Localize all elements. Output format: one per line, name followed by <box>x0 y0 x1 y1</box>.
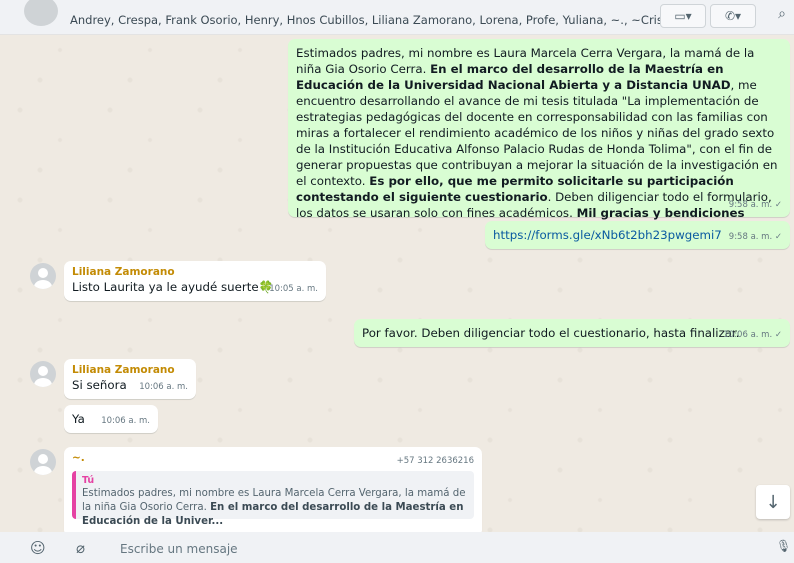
quote-author: Tú <box>82 475 95 486</box>
microphone-icon[interactable]: 🎙 <box>776 539 791 553</box>
chat-header[interactable]: Andrey, Crespa, Frank Osorio, Henry, Hno… <box>0 0 794 35</box>
sender-avatar[interactable] <box>30 449 56 475</box>
message-text: Estimados padres, mi nombre es Laura Mar… <box>296 46 778 220</box>
scroll-down-button[interactable]: ↓ <box>756 485 790 519</box>
video-camera-icon: ▭▾ <box>674 9 692 23</box>
attach-icon[interactable]: ⌀ <box>76 539 85 557</box>
group-avatar[interactable] <box>24 0 58 26</box>
incoming-reply-message[interactable]: ~. +57 312 2636216 Tú Estimados padres, … <box>64 447 482 532</box>
message-time: 9:58 a. m. ✓ <box>728 200 782 210</box>
participants-list[interactable]: Andrey, Crespa, Frank Osorio, Henry, Hno… <box>70 13 700 27</box>
sender-phone: +57 312 2636216 <box>396 456 474 466</box>
message-text: Por favor. Deben diligenciar todo el cue… <box>362 326 740 340</box>
arrow-down-icon: ↓ <box>765 491 781 513</box>
message-time: 10:05 a. m. <box>269 284 318 294</box>
form-link[interactable]: https://forms.gle/xNb6t2bh23pwgemi7 <box>493 228 722 242</box>
message-time: 10:06 a. m. ✓ <box>723 330 782 340</box>
message-text: Ya <box>72 412 85 426</box>
incoming-message[interactable]: Liliana Zamorano Listo Laurita ya le ayu… <box>64 261 326 301</box>
phone-icon: ✆▾ <box>724 9 742 23</box>
outgoing-message[interactable]: https://forms.gle/xNb6t2bh23pwgemi7 9:58… <box>485 221 790 249</box>
search-icon[interactable]: ⌕ <box>778 6 786 22</box>
compose-bar: ☺ ⌀ 🎙 <box>0 532 794 563</box>
incoming-message[interactable]: Ya 10:06 a. m. <box>64 405 158 433</box>
sender-avatar[interactable] <box>30 361 56 387</box>
sender-name[interactable]: Liliana Zamorano <box>72 363 188 377</box>
sender-avatar[interactable] <box>30 263 56 289</box>
message-list[interactable]: Estimados padres, mi nombre es Laura Mar… <box>0 35 794 532</box>
message-time: 10:06 a. m. <box>139 382 188 392</box>
incoming-message[interactable]: Liliana Zamorano Si señora 10:06 a. m. <box>64 359 196 399</box>
quote-text: Estimados padres, mi nombre es Laura Mar… <box>82 488 466 527</box>
message-input[interactable] <box>118 537 752 560</box>
quoted-message[interactable]: Tú Estimados padres, mi nombre es Laura … <box>72 471 474 527</box>
outgoing-message[interactable]: Por favor. Deben diligenciar todo el cue… <box>354 319 790 347</box>
sender-name[interactable]: Liliana Zamorano <box>72 265 318 279</box>
outgoing-message[interactable]: Estimados padres, mi nombre es Laura Mar… <box>288 39 790 220</box>
emoji-icon[interactable]: ☺ <box>30 539 46 557</box>
voice-call-button[interactable]: ✆▾ <box>710 4 756 28</box>
message-time: 10:06 a. m. <box>101 416 150 426</box>
message-time: 9:58 a. m. ✓ <box>728 232 782 242</box>
video-call-button[interactable]: ▭▾ <box>660 4 706 28</box>
